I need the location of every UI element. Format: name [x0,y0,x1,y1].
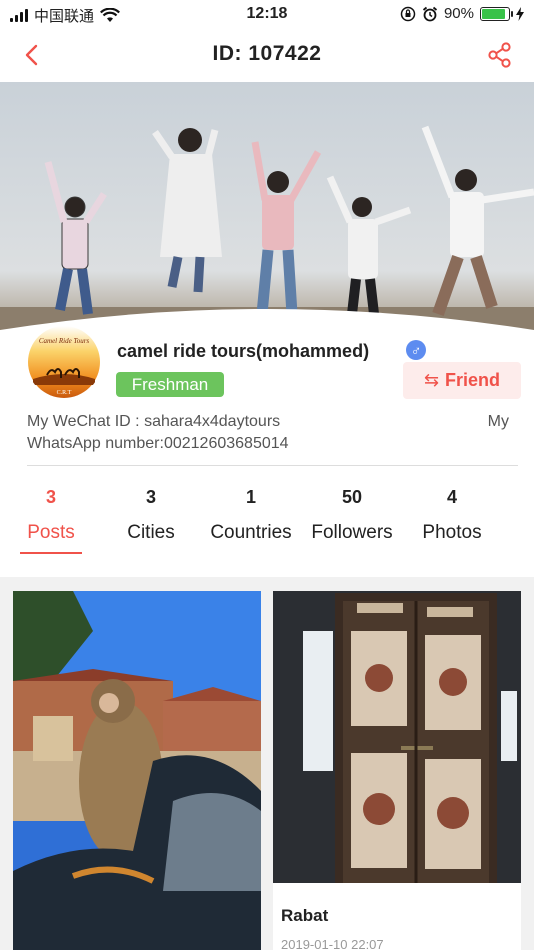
status-right: 90% [400,5,524,22]
swap-icon: ⇆ [423,370,440,390]
avatar[interactable]: Camel Ride Tours C.R.T [24,322,104,402]
charging-icon [516,6,524,21]
nickname: camel ride tours(mohammed) [117,341,370,361]
stat-value: 3 [45,487,56,507]
stat-posts[interactable]: 3 Posts [0,482,106,544]
friend-button[interactable]: ⇆ Friend [403,362,521,399]
stat-label: Photos [422,522,482,543]
male-gender-icon: ♂ [406,340,426,360]
post-image-monkey [13,591,261,950]
level-badge: Freshman [116,372,224,397]
stat-label: Countries [210,522,292,543]
post-title: Rabat [281,906,329,925]
battery-fill [482,8,506,19]
post-card[interactable] [13,591,261,950]
page-title: ID: 107422 [212,42,322,65]
stat-value: 3 [145,487,156,507]
stat-label: Followers [311,522,393,543]
divider [27,465,518,466]
post-card[interactable]: Rabat 2019-01-10 22:07 [273,591,521,950]
camel-ride-tours-logo: Camel Ride Tours C.R.T [28,326,100,398]
stat-label: Posts [27,522,75,543]
stat-label: Cities [127,522,175,543]
stat-countries[interactable]: 1 Countries [196,482,306,544]
cover-photo[interactable] [0,82,534,334]
battery-percent: 90% [443,5,474,22]
post-feed: Rabat 2019-01-10 22:07 [0,577,534,950]
stat-value: 50 [341,487,363,507]
stats-tabs: 3 Posts 3 Cities 1 Countries 50 Follower… [0,482,534,560]
status-bar: 中国联通 12:18 90% [0,0,534,28]
bio: My WeChat ID : sahara4x4daytours My What… [27,411,509,455]
post-image-door [273,591,521,883]
active-tab-indicator [20,552,82,554]
battery-icon [480,6,513,21]
stat-value: 1 [245,487,256,507]
orientation-lock-icon [400,6,416,21]
logo-text-bottom: C.R.T [57,390,72,396]
stat-cities[interactable]: 3 Cities [96,482,206,544]
alarm-icon [422,6,438,21]
share-icon[interactable] [486,41,514,69]
stat-followers[interactable]: 50 Followers [297,482,407,544]
friend-label: Friend [445,370,501,390]
bio-my: My [487,413,509,430]
bio-wechat: My WeChat ID : sahara4x4daytours [27,413,281,430]
cover-image [0,82,534,334]
logo-text-top: Camel Ride Tours [39,337,90,345]
stat-photos[interactable]: 4 Photos [397,482,507,544]
post-date: 2019-01-10 22:07 [281,937,384,950]
nav-bar: ID: 107422 [0,28,534,82]
bio-whatsapp: WhatsApp number:00212603685014 [27,435,289,452]
stat-value: 4 [446,487,457,507]
